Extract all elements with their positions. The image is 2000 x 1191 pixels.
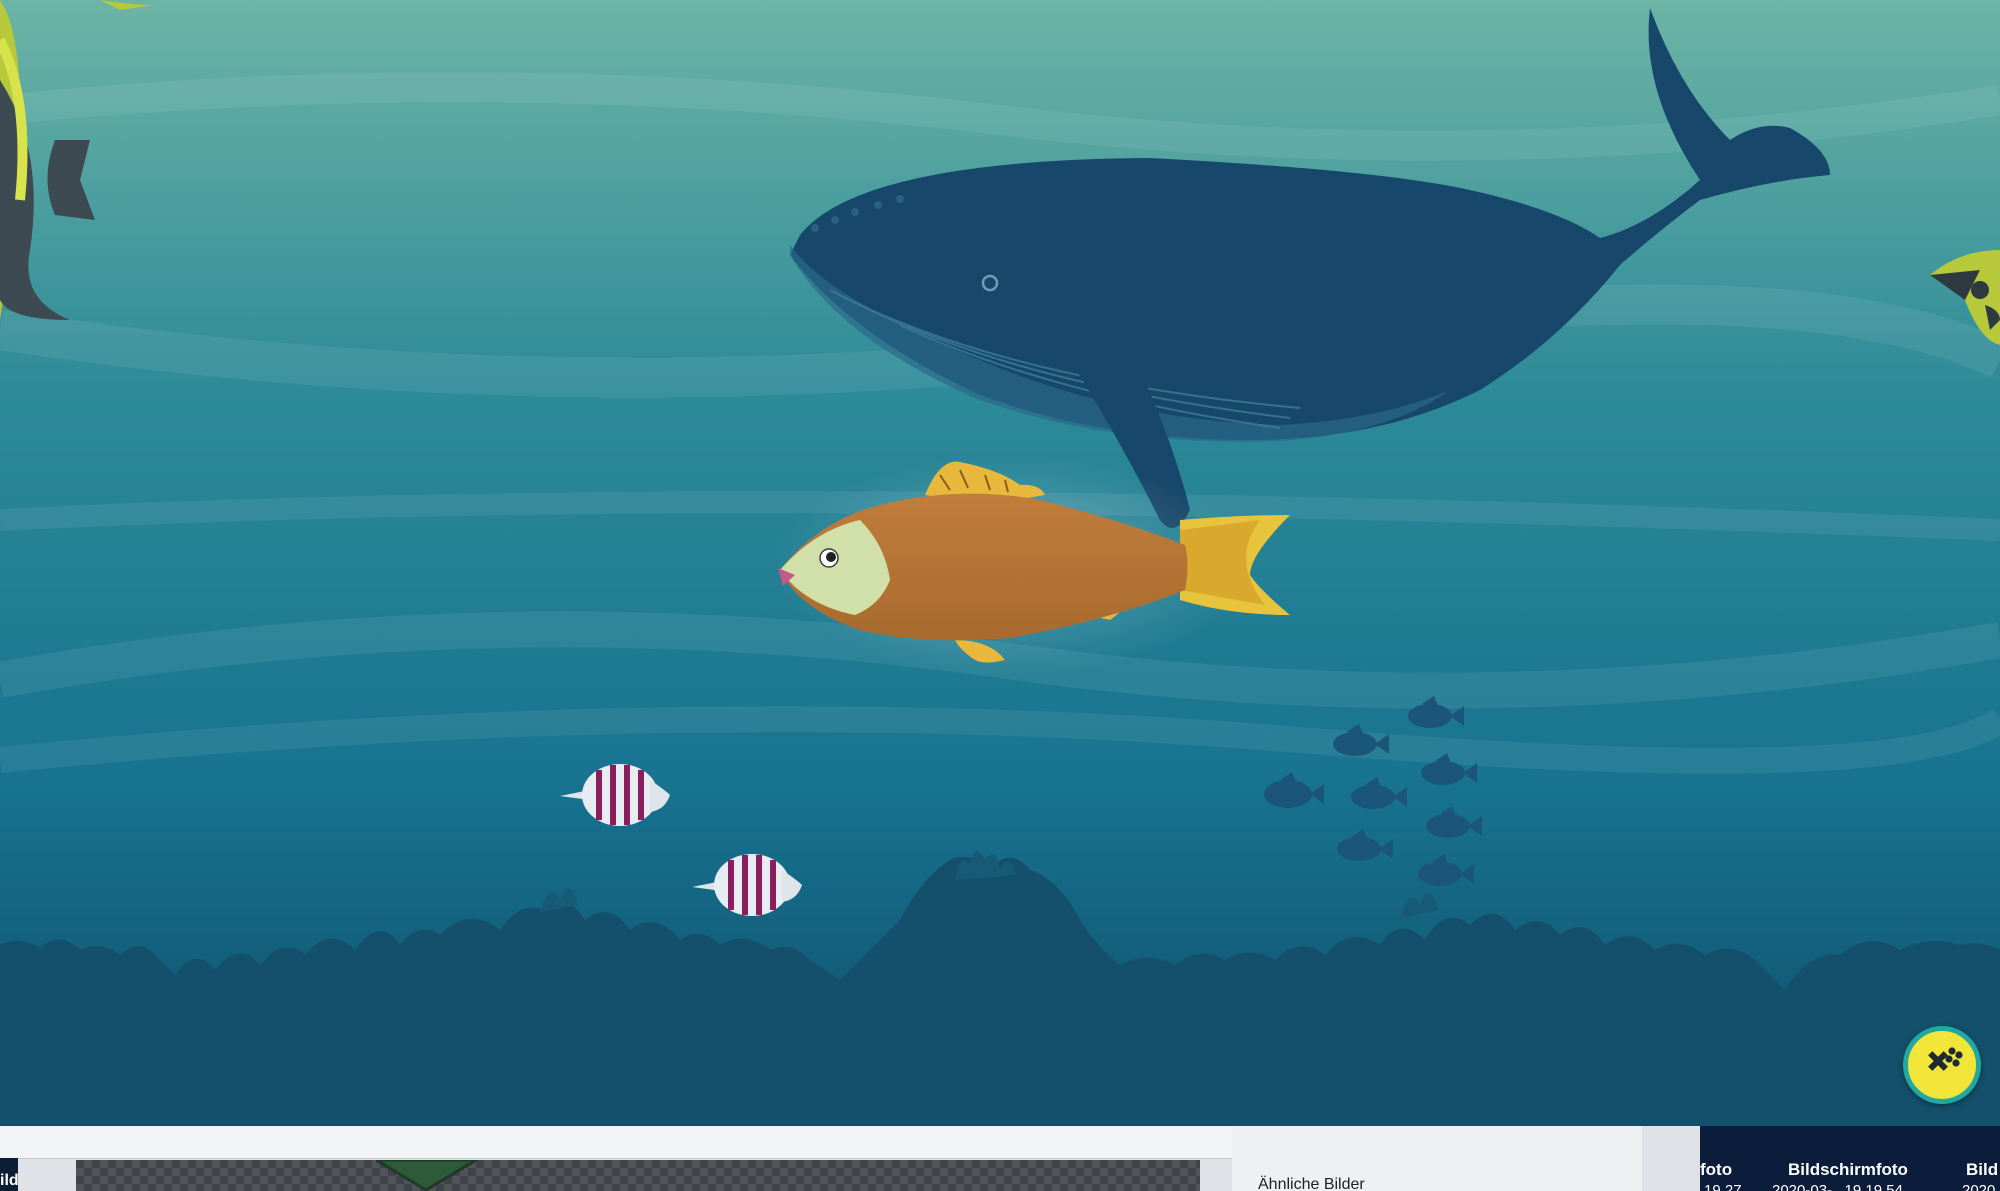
finder-file-label[interactable]: foto: [1700, 1160, 1732, 1180]
desktop-file-label: ild: [0, 1172, 19, 1189]
game-canvas[interactable]: [0, 0, 2000, 1126]
gamepad-icon: [1928, 1047, 1963, 1071]
finder-file-sublabel: 19.27: [1704, 1182, 1742, 1191]
gamepad-button[interactable]: [1903, 1026, 1981, 1104]
preview-shape-icon: [376, 1160, 479, 1191]
finder-file-sublabel: 2020-03-...19.19.54: [1772, 1182, 1903, 1191]
finder-file-sublabel: 2020: [1962, 1182, 1996, 1191]
desktop-file-fragment[interactable]: ild: [0, 1158, 19, 1191]
finder-window: foto Bildschirmfoto Bild 19.27 2020-03-.…: [1700, 1126, 2000, 1191]
similar-images-label[interactable]: Ähnliche Bilder: [1258, 1176, 1365, 1191]
ocean-scene: [0, 0, 2000, 1126]
finder-file-label[interactable]: Bildschirmfoto: [1788, 1160, 1908, 1180]
finder-file-label[interactable]: Bild: [1966, 1160, 1998, 1180]
desktop-background-windows: ild Ähnliche Bilder foto Bildschirmfoto …: [0, 1126, 2000, 1191]
image-preview-strip: [76, 1160, 1200, 1191]
browser-window-edge: [0, 1126, 1438, 1159]
